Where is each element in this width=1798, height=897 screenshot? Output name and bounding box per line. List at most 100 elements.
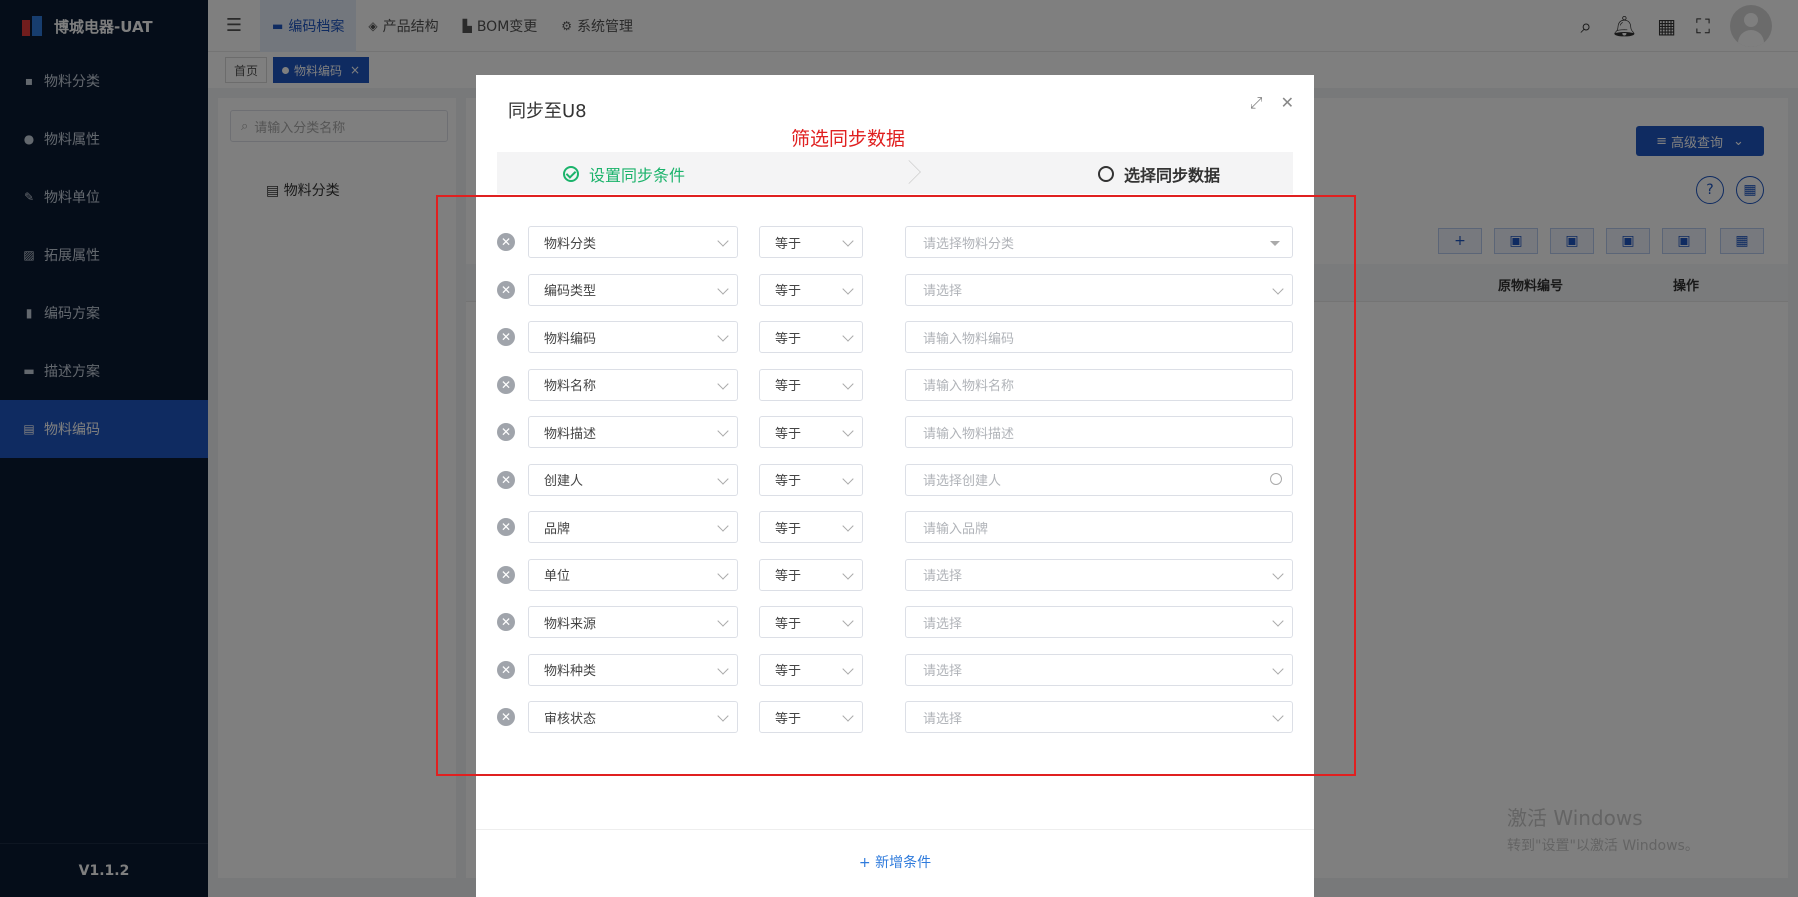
remove-condition-icon[interactable]: ✕ (497, 660, 515, 679)
chevron-down-icon (842, 282, 854, 295)
condition-field-value: 物料来源 (544, 616, 597, 632)
chevron-down-icon (842, 662, 854, 675)
condition-row: ✕ 物料描述 等于 请输入物料描述 (497, 416, 1297, 448)
condition-field-value: 物料分类 (544, 236, 597, 252)
condition-operator-select[interactable]: 等于 (759, 321, 863, 353)
condition-operator-select[interactable]: 等于 (759, 416, 863, 448)
condition-field-select[interactable]: 品牌 (528, 511, 738, 543)
condition-field-select[interactable]: 物料编码 (528, 321, 738, 353)
condition-field-select[interactable]: 编码类型 (528, 273, 738, 306)
condition-value-placeholder: 请选择 (923, 711, 963, 727)
chevron-down-icon (842, 520, 854, 532)
chevron-down-icon (717, 662, 729, 675)
condition-operator-select[interactable]: 等于 (759, 558, 863, 591)
chevron-down-icon (842, 615, 854, 627)
condition-row: ✕ 物料名称 等于 请输入物料名称 (497, 368, 1297, 401)
condition-operator-select[interactable]: 等于 (759, 653, 863, 686)
condition-value-select[interactable]: 请选择 (905, 606, 1293, 638)
condition-row: ✕ 物料来源 等于 请选择 (497, 606, 1297, 638)
condition-field-select[interactable]: 审核状态 (528, 701, 738, 733)
condition-value-placeholder: 请选择物料分类 (923, 236, 1015, 252)
condition-field-select[interactable]: 物料名称 (528, 368, 738, 401)
remove-condition-icon[interactable]: ✕ (497, 328, 515, 346)
chevron-down-icon (842, 377, 854, 390)
condition-field-value: 物料描述 (544, 426, 597, 442)
condition-value-select[interactable]: 请选择 (905, 701, 1293, 733)
chevron-down-icon (717, 710, 729, 722)
condition-value-input[interactable]: 请输入品牌 (905, 511, 1293, 543)
chevron-down-icon (842, 710, 854, 722)
remove-condition-icon[interactable]: ✕ (497, 613, 515, 631)
chevron-down-icon (842, 235, 854, 247)
condition-field-select[interactable]: 创建人 (528, 463, 738, 496)
condition-operator-select[interactable]: 等于 (759, 368, 863, 401)
condition-operator-value: 等于 (775, 474, 802, 489)
remove-condition-icon[interactable]: ✕ (497, 280, 515, 299)
condition-row: ✕ 审核状态 等于 请选择 (497, 701, 1297, 733)
chevron-down-icon (717, 377, 729, 390)
remove-condition-icon[interactable]: ✕ (497, 518, 515, 536)
chevron-down-icon (842, 472, 854, 485)
condition-operator-select[interactable]: 等于 (759, 701, 863, 733)
condition-value-lookup[interactable]: 请选择创建人 (905, 463, 1293, 496)
chevron-right-icon (897, 160, 921, 184)
steps-bar: 设置同步条件 选择同步数据 (497, 152, 1293, 194)
condition-operator-select[interactable]: 等于 (759, 606, 863, 638)
step1-label: 设置同步条件 (589, 166, 686, 185)
chevron-down-icon (717, 235, 729, 247)
condition-value-placeholder: 请选择 (923, 616, 963, 632)
caret-down-icon (1270, 241, 1280, 246)
maximize-icon[interactable]: ⤢ (1250, 93, 1263, 113)
chevron-down-icon (717, 425, 729, 437)
condition-field-select[interactable]: 物料种类 (528, 653, 738, 686)
condition-operator-select[interactable]: 等于 (759, 511, 863, 543)
step-set-conditions: 设置同步条件 (563, 162, 685, 186)
remove-condition-icon[interactable]: ✕ (497, 470, 515, 489)
condition-value-tree[interactable]: 请选择物料分类 (905, 226, 1293, 258)
remove-condition-icon[interactable]: ✕ (497, 708, 515, 726)
chevron-down-icon (717, 472, 729, 485)
condition-value-select[interactable]: 请选择 (905, 558, 1293, 591)
remove-condition-icon[interactable]: ✕ (497, 375, 515, 394)
condition-value-select[interactable]: 请选择 (905, 273, 1293, 306)
chevron-down-icon (842, 425, 854, 437)
close-icon[interactable]: ✕ (1281, 93, 1294, 113)
condition-value-placeholder: 请输入物料描述 (923, 426, 1015, 442)
chevron-down-icon (717, 520, 729, 532)
sync-to-u8-dialog: 同步至U8 ⤢ ✕ 设置同步条件 选择同步数据 ✕ 物料分类 等于 请选择物料分类 ✕ 编… (476, 75, 1314, 897)
condition-operator-value: 等于 (775, 569, 802, 584)
condition-field-value: 审核状态 (544, 711, 597, 727)
condition-operator-value: 等于 (775, 331, 802, 347)
condition-row: ✕ 品牌 等于 请输入品牌 (497, 511, 1297, 543)
condition-field-select[interactable]: 物料描述 (528, 416, 738, 448)
condition-operator-select[interactable]: 等于 (759, 463, 863, 496)
remove-condition-icon[interactable]: ✕ (497, 423, 515, 441)
condition-row: ✕ 物料种类 等于 请选择 (497, 653, 1297, 686)
search-icon[interactable] (1270, 472, 1282, 485)
remove-condition-icon[interactable]: ✕ (497, 565, 515, 584)
condition-field-select[interactable]: 物料来源 (528, 606, 738, 638)
condition-field-value: 物料种类 (544, 664, 597, 679)
condition-value-input[interactable]: 请输入物料编码 (905, 321, 1293, 353)
condition-value-placeholder: 请选择 (923, 569, 963, 584)
condition-operator-select[interactable]: 等于 (759, 226, 863, 258)
remove-condition-icon[interactable]: ✕ (497, 233, 515, 251)
condition-field-select[interactable]: 物料分类 (528, 226, 738, 258)
condition-field-select[interactable]: 单位 (528, 558, 738, 591)
condition-value-input[interactable]: 请输入物料描述 (905, 416, 1293, 448)
add-condition-button[interactable]: + 新增条件 (476, 852, 1314, 872)
chevron-down-icon (1272, 615, 1284, 627)
condition-operator-select[interactable]: 等于 (759, 273, 863, 306)
condition-value-placeholder: 请选择 (923, 664, 963, 679)
condition-value-input[interactable]: 请输入物料名称 (905, 368, 1293, 401)
chevron-down-icon (717, 330, 729, 342)
chevron-down-icon (1272, 567, 1284, 580)
condition-value-placeholder: 请输入品牌 (923, 521, 989, 537)
step2-label: 选择同步数据 (1124, 166, 1221, 185)
dialog-title: 同步至U8 (508, 101, 587, 122)
condition-field-value: 单位 (544, 569, 571, 584)
dialog-footer: + 新增条件 (476, 829, 1314, 897)
condition-field-value: 物料编码 (544, 331, 597, 347)
condition-row: ✕ 创建人 等于 请选择创建人 (497, 463, 1297, 496)
condition-value-select[interactable]: 请选择 (905, 653, 1293, 686)
